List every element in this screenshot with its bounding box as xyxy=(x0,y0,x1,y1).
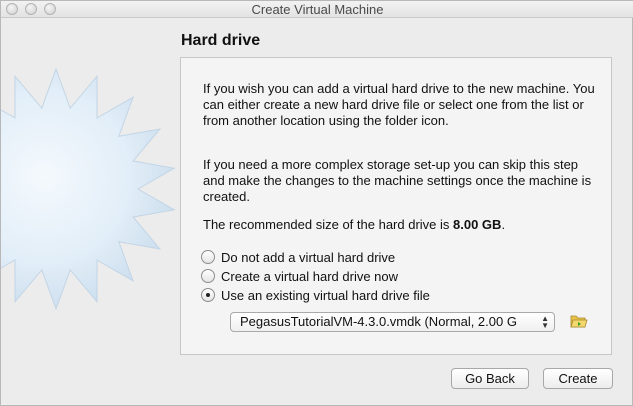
select-arrows-icon: ▲ ▼ xyxy=(541,314,549,330)
window-title: Create Virtual Machine xyxy=(251,2,384,17)
go-back-button[interactable]: Go Back xyxy=(451,368,529,389)
option-label: Create a virtual hard drive now xyxy=(221,268,399,284)
recommended-suffix: . xyxy=(501,217,506,232)
page-title: Hard drive xyxy=(181,32,261,49)
title-bar: Create Virtual Machine xyxy=(1,1,633,18)
content-panel: If you wish you can add a virtual hard d… xyxy=(180,57,612,355)
starburst-illustration xyxy=(1,67,176,311)
recommended-size-value: 8.00 GB xyxy=(453,217,502,232)
option-existing-hard-drive[interactable]: Use an existing virtual hard drive file xyxy=(201,286,430,304)
dialog-window: Create Virtual Machine Hard drive If you… xyxy=(0,0,633,406)
disk-file-select-value: PegasusTutorialVM-4.3.0.vmdk (Normal, 2.… xyxy=(240,314,517,329)
option-label: Use an existing virtual hard drive file xyxy=(221,287,430,303)
option-no-hard-drive[interactable]: Do not add a virtual hard drive xyxy=(201,248,395,266)
disk-file-select[interactable]: PegasusTutorialVM-4.3.0.vmdk (Normal, 2.… xyxy=(230,312,555,332)
radio-no-hard-drive[interactable] xyxy=(201,250,215,264)
option-label: Do not add a virtual hard drive xyxy=(221,249,396,265)
recommended-size-text: The recommended size of the hard drive i… xyxy=(203,217,603,233)
create-button[interactable]: Create xyxy=(543,368,613,389)
folder-open-icon[interactable] xyxy=(570,313,588,329)
radio-create-hard-drive[interactable] xyxy=(201,269,215,283)
option-create-hard-drive[interactable]: Create a virtual hard drive now xyxy=(201,267,398,285)
intro-text: If you wish you can add a virtual hard d… xyxy=(203,81,595,128)
radio-existing-hard-drive[interactable] xyxy=(201,288,215,302)
storage-note-text: If you need a more complex storage set-u… xyxy=(203,157,592,204)
recommended-prefix: The recommended size of the hard drive i… xyxy=(203,217,454,232)
